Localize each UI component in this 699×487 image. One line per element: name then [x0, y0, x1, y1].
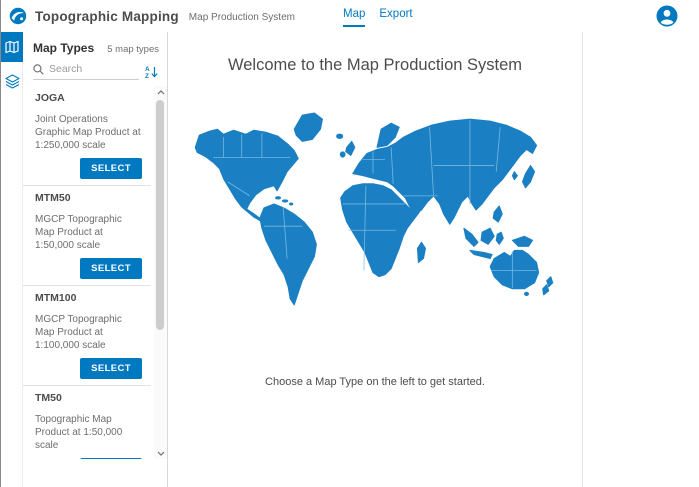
map-type-title: TM50 [35, 392, 142, 404]
map-type-description: Joint Operations Graphic Map Product at … [35, 113, 142, 152]
map-type-item-joga: JOGA Joint Operations Graphic Map Produc… [23, 86, 151, 186]
globe-logo-icon [9, 7, 27, 25]
map-type-title: MTM100 [35, 292, 142, 304]
search-icon [33, 64, 44, 75]
app-header: Topographic Mapping Map Production Syste… [1, 0, 699, 32]
panel-title: Map Types [33, 41, 94, 55]
layers-tool-button[interactable] [1, 66, 23, 96]
select-button-mtm100[interactable]: SELECT [80, 358, 142, 379]
map-type-list: JOGA Joint Operations Graphic Map Produc… [23, 86, 154, 459]
map-type-item-mtm100: MTM100 MGCP Topographic Map Product at 1… [23, 286, 151, 386]
map-type-count: 5 map types [107, 44, 159, 55]
map-holder [168, 107, 582, 314]
app-title: Topographic Mapping [35, 9, 179, 24]
folded-map-icon [5, 40, 19, 54]
search-input[interactable] [49, 63, 119, 75]
select-button-tm50[interactable]: SELECT [80, 458, 142, 459]
scrollbar-thumb[interactable] [156, 100, 164, 330]
map-types-tool-button[interactable] [1, 32, 23, 62]
sort-az-icon: A Z [145, 65, 159, 79]
map-type-description: MGCP Topographic Map Product at 1:50,000… [35, 213, 142, 252]
scroll-up-arrow[interactable] [154, 86, 167, 98]
select-button-joga[interactable]: SELECT [80, 158, 142, 179]
map-type-item-mtm50: MTM50 MGCP Topographic Map Product at 1:… [23, 186, 151, 286]
welcome-heading: Welcome to the Map Production System [168, 56, 582, 75]
layers-icon [5, 74, 20, 89]
select-button-mtm50[interactable]: SELECT [80, 258, 142, 279]
sort-letter-a: A [145, 66, 150, 73]
scroll-down-arrow[interactable] [154, 447, 167, 459]
item-actions: SELECT [35, 158, 142, 178]
main-area: Welcome to the Map Production System [168, 32, 583, 487]
map-types-panel: Map Types 5 map types A Z [23, 32, 168, 487]
item-actions: SELECT [35, 358, 142, 378]
item-actions: SELECT [35, 458, 142, 459]
list-scrollbar[interactable] [154, 86, 167, 459]
header-tabs: Map Export [343, 0, 413, 32]
content-row: Map Types 5 map types A Z [1, 32, 699, 487]
right-empty-space [583, 32, 699, 487]
map-type-description: Topographic Map Product at 1:50,000 scal… [35, 413, 142, 452]
search-box [33, 63, 139, 80]
sort-letter-z: Z [145, 73, 149, 79]
map-type-description: MGCP Topographic Map Product at 1:100,00… [35, 313, 142, 352]
tab-export[interactable]: Export [379, 8, 412, 27]
world-map [189, 107, 561, 309]
item-actions: SELECT [35, 258, 142, 278]
getting-started-hint: Choose a Map Type on the left to get sta… [168, 376, 582, 388]
map-type-title: JOGA [35, 92, 142, 104]
map-type-item-tm50: TM50 Topographic Map Product at 1:50,000… [23, 386, 151, 459]
panel-header: Map Types 5 map types [23, 32, 167, 59]
tool-strip [1, 32, 23, 487]
account-icon[interactable] [656, 5, 678, 27]
tab-map[interactable]: Map [343, 8, 365, 27]
search-row: A Z [33, 63, 159, 80]
map-type-list-wrap: JOGA Joint Operations Graphic Map Produc… [23, 86, 167, 459]
app-subtitle: Map Production System [189, 10, 295, 23]
sort-az-button[interactable]: A Z [145, 65, 159, 79]
map-type-title: MTM50 [35, 192, 142, 204]
